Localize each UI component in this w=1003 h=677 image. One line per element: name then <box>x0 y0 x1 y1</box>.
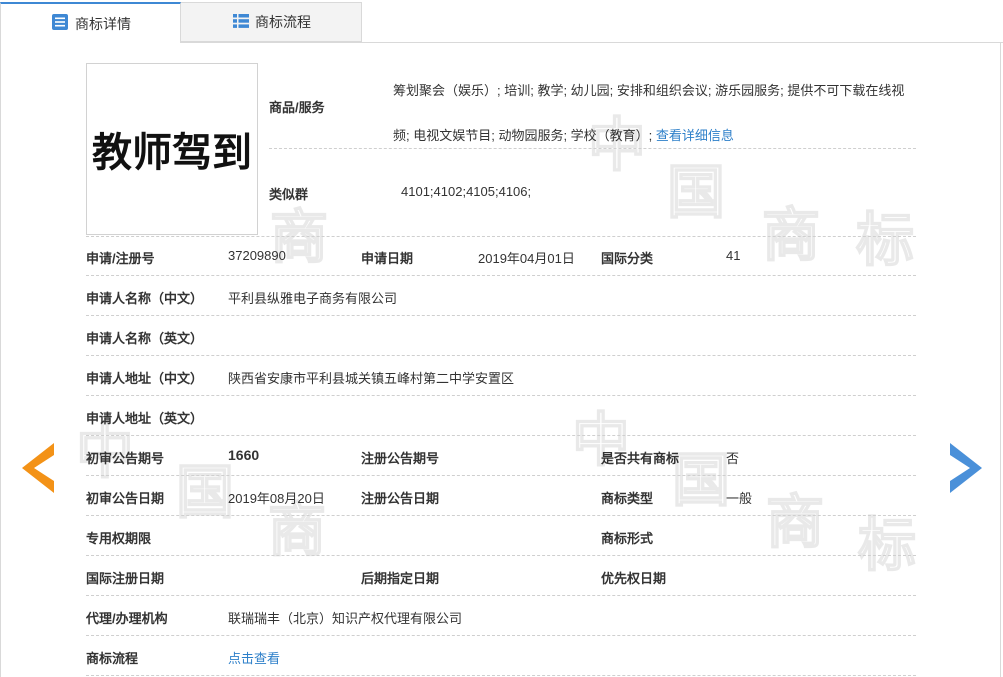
reg-no-label: 申请/注册号 <box>86 251 155 266</box>
priority-date-label: 优先权日期 <box>601 571 667 586</box>
divider <box>86 555 916 556</box>
agent-value: 联瑞瑞丰（北京）知识产权代理有限公司 <box>228 611 463 626</box>
view-details-link[interactable]: 查看详细信息 <box>656 128 734 143</box>
goods-text: 筹划聚会（娱乐）; 培训; 教学; 幼儿园; 安排和组织会议; 游乐园服务; 提… <box>393 83 905 143</box>
document-list-icon <box>51 13 69 34</box>
tab-trademark-details[interactable]: 商标详情 <box>0 2 181 43</box>
watermark-char: 国 <box>175 457 235 527</box>
goods-label: 商品/服务 <box>269 100 325 115</box>
applicant-cn-label: 申请人名称（中文） <box>86 291 204 306</box>
apply-date-value: 2019年04月01日 <box>478 251 575 266</box>
address-cn-value: 陕西省安康市平利县城关镇五峰村第二中学安置区 <box>228 371 515 386</box>
list-icon <box>233 13 249 32</box>
divider <box>86 675 916 676</box>
divider <box>86 595 916 596</box>
applicant-cn-value: 平利县纵雅电子商务有限公司 <box>228 291 398 306</box>
tab-bar: 商标详情 商标流程 <box>0 0 1003 43</box>
similar-group-value: 4101;4102;4105;4106; <box>401 184 532 199</box>
process-label: 商标流程 <box>86 651 139 666</box>
similar-group-label: 类似群 <box>269 187 309 202</box>
later-date-label: 后期指定日期 <box>361 571 440 586</box>
divider <box>86 275 916 276</box>
intl-reg-date-label: 国际注册日期 <box>86 571 165 586</box>
prelim-no-value: 1660 <box>228 447 260 463</box>
divider <box>86 315 916 316</box>
trademark-image: 教师驾到 <box>86 63 258 235</box>
tab-label: 商标流程 <box>255 14 311 30</box>
watermark-char: 标 <box>857 510 917 580</box>
tm-form-label: 商标形式 <box>601 531 654 546</box>
exclusive-period-label: 专用权期限 <box>86 531 152 546</box>
trademark-text: 教师驾到 <box>92 130 252 176</box>
watermark-char: 商 <box>765 487 825 557</box>
divider <box>86 475 916 476</box>
view-process-link[interactable]: 点击查看 <box>228 648 280 667</box>
shared-value: 否 <box>726 451 740 466</box>
address-cn-label: 申请人地址（中文） <box>86 371 204 386</box>
intl-class-value: 41 <box>726 248 741 263</box>
divider <box>86 515 916 516</box>
tab-label: 商标详情 <box>75 15 131 32</box>
tm-type-label: 商标类型 <box>601 491 654 506</box>
shared-label: 是否共有商标 <box>601 451 680 466</box>
divider <box>269 148 916 149</box>
tab-trademark-process[interactable]: 商标流程 <box>181 2 362 42</box>
goods-services-text: 筹划聚会（娱乐）; 培训; 教学; 幼儿园; 安排和组织会议; 游乐园服务; 提… <box>393 68 918 158</box>
divider <box>86 435 916 436</box>
watermark-char: 标 <box>855 205 915 275</box>
apply-date-label: 申请日期 <box>361 251 414 266</box>
prelim-no-label: 初审公告期号 <box>86 451 165 466</box>
reg-ann-no-label: 注册公告期号 <box>361 451 440 466</box>
divider <box>86 635 916 636</box>
prelim-date-value: 2019年08月20日 <box>228 491 325 506</box>
intl-class-label: 国际分类 <box>601 251 654 266</box>
divider <box>86 236 916 237</box>
reg-ann-date-label: 注册公告日期 <box>361 491 440 506</box>
prelim-date-label: 初审公告日期 <box>86 491 165 506</box>
tm-type-value: 一般 <box>726 491 753 506</box>
divider <box>86 355 916 356</box>
reg-no-value: 37209890 <box>228 248 286 263</box>
divider <box>86 395 916 396</box>
agent-label: 代理/办理机构 <box>86 611 168 626</box>
applicant-en-label: 申请人名称（英文） <box>86 331 204 346</box>
address-en-label: 申请人地址（英文） <box>86 411 204 426</box>
watermark-char: 商 <box>761 200 821 270</box>
